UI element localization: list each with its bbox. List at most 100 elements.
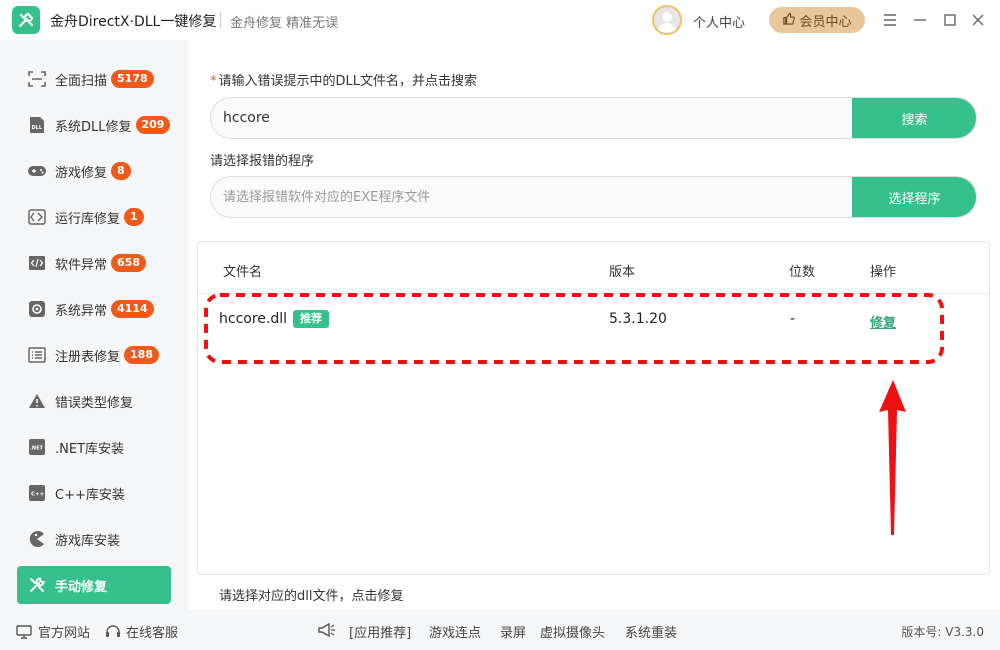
- sidebar-item-label: 系统DLL修复: [55, 119, 132, 135]
- sidebar-item-label: 注册表修复: [55, 349, 121, 365]
- footer-link-virtual-camera[interactable]: 虚拟摄像头: [540, 622, 605, 641]
- filename-text: hccore.dll: [219, 311, 288, 327]
- sidebar-item-system-error[interactable]: 系统异常 4114: [17, 290, 171, 328]
- count-badge: 188: [124, 346, 159, 364]
- sidebar-item-label: 全面扫描: [55, 73, 108, 89]
- minimize-icon[interactable]: [910, 10, 930, 30]
- count-badge: 658: [111, 254, 146, 272]
- sidebar-item-cpp-install[interactable]: C++ C++库安装: [17, 474, 171, 512]
- sidebar-item-label: 软件异常: [55, 257, 108, 273]
- sidebar-item-runtime-repair[interactable]: 运行库修复 1: [17, 198, 171, 236]
- exe-select-row: 选择程序: [210, 176, 977, 218]
- table-header: 文件名 版本 位数 操作: [198, 242, 989, 294]
- online-service-link[interactable]: 在线客服: [105, 622, 178, 641]
- official-site-label: 官方网站: [38, 626, 91, 641]
- count-badge: 8: [111, 162, 131, 180]
- sidebar-item-error-type-repair[interactable]: 错误类型修复: [17, 382, 171, 420]
- sidebar-item-label: 游戏库安装: [55, 533, 121, 549]
- sidebar-item-registry-repair[interactable]: 注册表修复 188: [17, 336, 171, 374]
- code-icon: [27, 253, 47, 273]
- title-divider: [220, 12, 221, 28]
- logo-wrench-icon: [12, 6, 40, 34]
- vip-center-button[interactable]: 会员中心: [769, 7, 865, 33]
- sidebar-item-label: 手动修复: [55, 579, 108, 595]
- app-recommend-label: [应用推荐]: [349, 626, 412, 641]
- scan-icon: [27, 69, 47, 89]
- menu-icon[interactable]: [880, 10, 900, 30]
- cpp-icon: C++: [27, 483, 47, 503]
- hint-text: 请选择对应的dll文件，点击修复: [219, 589, 404, 604]
- gamepad-icon: [27, 161, 47, 181]
- version-label: 版本号: V3.3.0: [901, 625, 984, 639]
- personal-center-link[interactable]: 个人中心: [693, 12, 745, 31]
- fix-link[interactable]: 修复: [870, 312, 896, 331]
- header-filename: 文件名: [223, 265, 263, 280]
- avatar[interactable]: [652, 5, 682, 35]
- sidebar-item-label: 游戏修复: [55, 165, 108, 181]
- dll-search-input[interactable]: [211, 98, 851, 138]
- sidebar: 全面扫描 5178 DLL 系统DLL修复 209 游戏修复 8 运行库修复 1…: [0, 40, 188, 610]
- warning-icon: [27, 391, 47, 411]
- count-badge: 1: [124, 208, 144, 226]
- select-program-button[interactable]: 选择程序: [852, 177, 976, 217]
- count-badge: 5178: [111, 70, 154, 88]
- sidebar-item-system-dll[interactable]: DLL 系统DLL修复 209: [17, 106, 171, 144]
- dll-prompt-text: 请输入错误提示中的DLL文件名，并点击搜索: [218, 74, 478, 89]
- tools-icon: [27, 575, 47, 595]
- table-row[interactable]: hccore.dll 推荐 5.3.1.20 - 修复: [198, 295, 989, 345]
- app-window: 金舟DirectX·DLL一键修复 金舟修复 精准无误 个人中心 会员中心 全面…: [0, 0, 1000, 650]
- megaphone-icon: [317, 622, 337, 638]
- close-icon[interactable]: [968, 10, 988, 30]
- thumb-up-icon: [782, 12, 796, 28]
- header-action: 操作: [870, 265, 897, 280]
- dotnet-icon: .NET: [27, 437, 47, 457]
- exe-file-input[interactable]: [211, 177, 851, 217]
- svg-text:.NET: .NET: [30, 446, 43, 452]
- title-bar: 金舟DirectX·DLL一键修复 金舟修复 精准无误 个人中心 会员中心: [0, 0, 1000, 40]
- footer-bar: 官方网站 在线客服 [应用推荐] 游戏连点 录屏 虚拟摄像头 系统重装 版本号:…: [0, 610, 1000, 650]
- online-service-label: 在线客服: [126, 626, 179, 641]
- sidebar-item-game-repair[interactable]: 游戏修复 8: [17, 152, 171, 190]
- pacman-icon: [27, 529, 47, 549]
- row-filename: hccore.dll 推荐: [219, 310, 330, 328]
- headset-icon: [105, 624, 121, 639]
- dll-icon: DLL: [27, 115, 47, 135]
- main-panel: *请输入错误提示中的DLL文件名，并点击搜索 搜索 请选择报错的程序 选择程序 …: [188, 40, 1000, 610]
- row-bits: -: [790, 311, 796, 327]
- dll-prompt: * 请输入错误提示中的DLL文件名，并点击搜索: [210, 70, 477, 89]
- sidebar-item-full-scan[interactable]: 全面扫描 5178: [17, 60, 171, 98]
- footer-link-system-reinstall[interactable]: 系统重装: [625, 622, 677, 641]
- sidebar-item-label: 系统异常: [55, 303, 108, 319]
- maximize-icon[interactable]: [940, 10, 960, 30]
- monitor-icon: [16, 624, 32, 639]
- count-badge: 209: [135, 116, 171, 134]
- required-star: *: [210, 74, 217, 89]
- vip-center-label: 会员中心: [799, 13, 852, 29]
- list-icon: [27, 345, 47, 365]
- sidebar-item-software-error[interactable]: 软件异常 658: [17, 244, 171, 282]
- footer-link-game-clicker[interactable]: 游戏连点: [429, 622, 481, 641]
- dll-search-row: 搜索: [210, 97, 977, 139]
- footer-link-screen-record[interactable]: 录屏: [500, 622, 526, 641]
- search-button[interactable]: 搜索: [852, 98, 976, 138]
- row-version: 5.3.1.20: [609, 311, 667, 327]
- official-site-link[interactable]: 官方网站: [16, 622, 90, 641]
- count-badge: 4114: [111, 300, 154, 318]
- sidebar-item-label: 错误类型修复: [55, 395, 134, 411]
- sidebar-item-manual-repair[interactable]: 手动修复: [17, 566, 171, 604]
- sidebar-item-game-lib-install[interactable]: 游戏库安装: [17, 520, 171, 558]
- sidebar-item-dotnet-install[interactable]: .NET .NET库安装: [17, 428, 171, 466]
- sidebar-item-label: C++库安装: [55, 487, 125, 503]
- header-bits: 位数: [789, 265, 816, 280]
- dll-result-table: 文件名 版本 位数 操作 hccore.dll 推荐 5.3.1.20 - 修复: [197, 241, 990, 575]
- svg-text:C++: C++: [31, 492, 45, 498]
- header-version: 版本: [609, 265, 636, 280]
- sidebar-item-label: 运行库修复: [55, 211, 121, 227]
- gear-icon: [27, 299, 47, 319]
- runtime-icon: [27, 207, 47, 227]
- exe-prompt: 请选择报错的程序: [210, 154, 315, 169]
- svg-text:DLL: DLL: [32, 125, 43, 131]
- app-subtitle: 金舟修复 精准无误: [230, 16, 339, 31]
- sidebar-item-label: .NET库安装: [55, 441, 125, 457]
- app-title: 金舟DirectX·DLL一键修复: [50, 14, 217, 30]
